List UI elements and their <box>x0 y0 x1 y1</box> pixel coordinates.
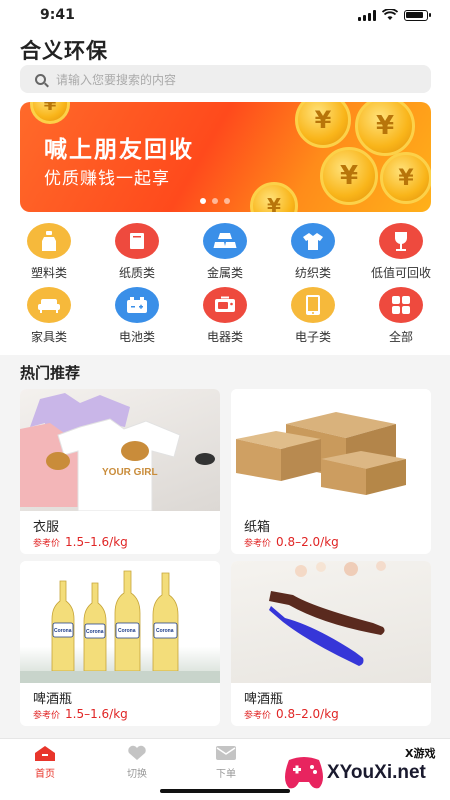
category-plastic[interactable]: 塑料类 <box>4 223 94 281</box>
sofa-icon <box>27 287 71 323</box>
appliance-icon <box>203 287 247 323</box>
watermark-text: XYouXi.net <box>327 762 426 783</box>
bottle-label-text: Corona <box>118 628 136 634</box>
tablet-icon <box>291 287 335 323</box>
category-label: 电子类 <box>294 330 331 344</box>
search-placeholder[interactable]: 请输入您要搜索的内容 <box>56 71 176 88</box>
category-label: 纸质类 <box>118 266 155 280</box>
promo-banner[interactable]: ¥ ¥ ¥ ¥ ¥ ¥ 喊上朋友回收 优质赚钱一起享 <box>20 102 431 212</box>
tab-label: 下单 <box>216 769 236 780</box>
beer-bottles-image: Corona Corona Corona Corona <box>20 561 220 683</box>
price-value: 0.8–2.0/kg <box>276 535 339 549</box>
tab-order[interactable]: 下单 <box>196 745 256 780</box>
product-price: 参考价 0.8–2.0/kg <box>244 535 339 549</box>
product-name: 啤酒瓶 <box>33 692 73 707</box>
price-value: 0.8–2.0/kg <box>276 707 339 721</box>
category-label: 家具类 <box>30 330 67 344</box>
category-label: 电器类 <box>206 330 243 344</box>
clothes-image: YOUR GIRL <box>20 389 220 511</box>
hot-section-title: 热门推荐 <box>20 364 81 382</box>
category-textile[interactable]: 纺织类 <box>268 223 358 281</box>
tshirt-icon <box>291 223 335 259</box>
coin-icon: ¥ <box>30 102 70 124</box>
tab-home[interactable]: 首页 <box>15 745 75 780</box>
category-all[interactable]: 全部 <box>356 287 446 345</box>
status-icons <box>358 9 431 21</box>
product-name: 衣服 <box>33 520 60 535</box>
cardboard-image <box>231 389 431 511</box>
category-label: 电池类 <box>118 330 155 344</box>
banner-subtitle: 优质赚钱一起享 <box>44 169 170 189</box>
glass-bottles-image <box>231 561 431 683</box>
category-label: 低值可回收 <box>370 266 431 280</box>
tab-label: 切换 <box>127 769 147 780</box>
plastic-bottle-icon <box>27 223 71 259</box>
mail-icon <box>216 746 236 760</box>
status-time: 9:41 <box>40 7 75 23</box>
coin-icon: ¥ <box>380 152 431 204</box>
category-appliance[interactable]: 电器类 <box>180 287 270 345</box>
banner-title: 喊上朋友回收 <box>44 137 194 163</box>
category-low-value[interactable]: 低值可回收 <box>356 223 446 281</box>
signal-icon <box>358 9 376 21</box>
category-electronics[interactable]: 电子类 <box>268 287 358 345</box>
product-price: 参考价 1.5–1.6/kg <box>33 707 128 721</box>
metal-bars-icon <box>203 223 247 259</box>
product-name: 啤酒瓶 <box>244 692 284 707</box>
category-label: 全部 <box>388 330 413 344</box>
top-panel: 合义环保 请输入您要搜索的内容 ¥ ¥ ¥ ¥ ¥ ¥ 喊上朋友回收 优质赚钱一… <box>0 30 450 355</box>
coin-icon: ¥ <box>295 102 351 148</box>
product-card-clothes[interactable]: YOUR GIRL 衣服 参考价 1.5–1.6/kg <box>20 389 220 554</box>
watermark: X游戏 XYouXi.net <box>275 740 450 800</box>
status-bar: 9:41 <box>0 0 450 30</box>
home-indicator <box>160 789 290 793</box>
price-value: 1.5–1.6/kg <box>65 535 128 549</box>
price-value: 1.5–1.6/kg <box>65 707 128 721</box>
app-title: 合义环保 <box>20 39 108 63</box>
ref-price-label: 参考价 <box>244 711 272 721</box>
bottle-label-text: Corona <box>156 628 174 634</box>
wifi-icon <box>382 9 398 20</box>
search-icon <box>35 73 46 85</box>
category-label: 金属类 <box>206 266 243 280</box>
battery-icon <box>404 9 431 21</box>
product-price: 参考价 1.5–1.6/kg <box>33 535 128 549</box>
tab-switch[interactable]: 切换 <box>107 745 167 780</box>
glass-icon <box>379 223 423 259</box>
category-metal[interactable]: 金属类 <box>180 223 270 281</box>
coin-icon: ¥ <box>250 182 298 212</box>
product-name: 纸箱 <box>244 520 271 535</box>
tab-label: 首页 <box>35 769 55 780</box>
coin-icon: ¥ <box>355 102 415 156</box>
shirt-print-text: YOUR GIRL <box>102 467 158 478</box>
coin-icon: ¥ <box>320 147 378 205</box>
product-card-glass-bottles[interactable]: 啤酒瓶 参考价 0.8–2.0/kg <box>231 561 431 726</box>
battery-icon <box>115 287 159 323</box>
carousel-dots[interactable] <box>200 198 230 204</box>
product-card-beer-bottles[interactable]: Corona Corona Corona Corona 啤酒瓶 参考价 1.5–1… <box>20 561 220 726</box>
home-icon <box>35 746 55 761</box>
category-paper[interactable]: 纸质类 <box>92 223 182 281</box>
category-furniture[interactable]: 家具类 <box>4 287 94 345</box>
watermark-small-text: X游戏 <box>405 747 436 760</box>
product-card-cardboard[interactable]: 纸箱 参考价 0.8–2.0/kg <box>231 389 431 554</box>
bottle-label-text: Corona <box>54 628 72 634</box>
grid-icon <box>379 287 423 323</box>
ref-price-label: 参考价 <box>244 539 272 549</box>
category-label: 纺织类 <box>294 266 331 280</box>
heart-icon <box>128 745 146 760</box>
ref-price-label: 参考价 <box>33 539 61 549</box>
bottle-label-text: Corona <box>86 629 104 635</box>
category-label: 塑料类 <box>30 266 67 280</box>
ref-price-label: 参考价 <box>33 711 61 721</box>
product-price: 参考价 0.8–2.0/kg <box>244 707 339 721</box>
search-bar[interactable]: 请输入您要搜索的内容 <box>20 65 431 93</box>
category-battery[interactable]: 电池类 <box>92 287 182 345</box>
paper-book-icon <box>115 223 159 259</box>
